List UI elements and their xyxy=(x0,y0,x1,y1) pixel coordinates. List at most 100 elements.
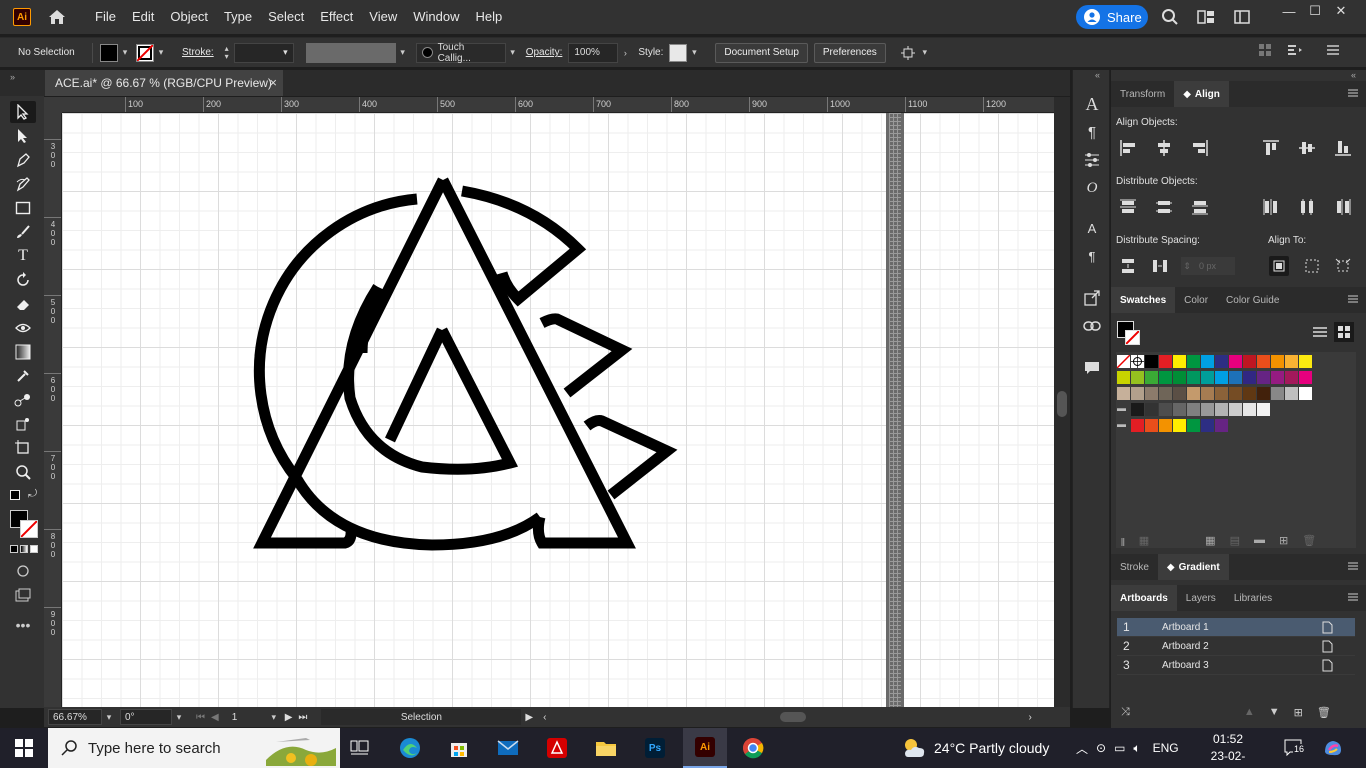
type-tool-icon[interactable]: T xyxy=(10,245,36,267)
curvature-tool-icon[interactable] xyxy=(10,173,36,195)
variable-width-field[interactable] xyxy=(305,42,396,63)
width-tool-icon[interactable] xyxy=(10,317,36,339)
chevron-down-icon[interactable]: ▾ xyxy=(172,709,186,725)
scrollbar-thumb[interactable] xyxy=(1057,391,1067,417)
collapse-panels-icon[interactable]: « xyxy=(1095,70,1100,80)
color-swatch[interactable] xyxy=(1131,387,1144,400)
horizontal-align-right-icon[interactable] xyxy=(1190,138,1210,158)
color-swatch[interactable] xyxy=(1229,355,1242,368)
color-swatch[interactable] xyxy=(1285,387,1298,400)
menu-edit[interactable]: Edit xyxy=(124,0,162,34)
minimize-icon[interactable]: — xyxy=(1276,0,1302,22)
close-icon[interactable]: ✕ xyxy=(1328,0,1354,22)
edge-icon[interactable] xyxy=(398,736,422,760)
share-button[interactable]: Share xyxy=(1076,5,1148,29)
color-swatch[interactable] xyxy=(1201,371,1214,384)
chevron-right-icon[interactable]: › xyxy=(618,44,632,62)
color-swatch[interactable] xyxy=(1131,371,1144,384)
tab-libraries[interactable]: Libraries xyxy=(1225,585,1281,611)
color-swatch[interactable] xyxy=(1229,403,1242,416)
artboard-options-icon[interactable] xyxy=(1322,640,1333,653)
clock[interactable]: 01:52 23-02-2024 xyxy=(1206,731,1250,768)
scrollbar-thumb[interactable] xyxy=(780,712,807,722)
color-swatch[interactable] xyxy=(1257,355,1270,368)
rectangle-tool-icon[interactable] xyxy=(10,197,36,219)
task-view-icon[interactable] xyxy=(348,736,372,760)
swatch-libraries-menu-icon[interactable]: 𝍪 xyxy=(1121,534,1125,553)
move-down-icon[interactable]: ▼ xyxy=(1269,706,1280,719)
color-swatch[interactable] xyxy=(1271,371,1284,384)
color-swatch[interactable] xyxy=(1257,403,1270,416)
default-colors-icon[interactable] xyxy=(10,490,20,500)
properties-icon[interactable] xyxy=(1080,148,1104,172)
color-swatch[interactable] xyxy=(1299,387,1312,400)
character-icon[interactable]: A xyxy=(1080,92,1104,116)
paintbrush-tool-icon[interactable] xyxy=(10,221,36,243)
trash-icon[interactable]: 🗑 xyxy=(1302,534,1316,553)
color-swatch[interactable] xyxy=(1131,419,1144,432)
color-swatch[interactable] xyxy=(1145,403,1158,416)
tab-color[interactable]: Color xyxy=(1175,287,1217,313)
tab-artboards[interactable]: Artboards xyxy=(1111,585,1177,611)
chevron-down-icon[interactable]: ▾ xyxy=(687,44,701,62)
vertical-align-bottom-icon[interactable] xyxy=(1333,138,1353,158)
color-swatch[interactable] xyxy=(1215,355,1228,368)
color-swatch[interactable] xyxy=(1159,387,1172,400)
draw-mode-icon[interactable] xyxy=(10,560,36,582)
camera-icon[interactable]: ⊙ xyxy=(1096,741,1106,755)
color-swatch[interactable] xyxy=(1271,355,1284,368)
microsoft-store-icon[interactable] xyxy=(447,736,471,760)
chevron-down-icon[interactable]: ▾ xyxy=(118,44,132,62)
vertical-align-center-icon[interactable] xyxy=(1297,138,1317,158)
zoom-field[interactable]: 66.67% xyxy=(48,709,102,725)
new-color-group-icon[interactable]: ▤ xyxy=(1230,534,1240,553)
language-indicator[interactable]: ENG xyxy=(1153,741,1179,755)
maximize-icon[interactable]: ☐ xyxy=(1302,0,1328,22)
spacing-field[interactable]: ⇕ 0 px xyxy=(1181,257,1235,275)
color-swatch[interactable] xyxy=(1145,355,1158,368)
panel-menu-icon[interactable] xyxy=(1348,592,1358,602)
graphic-style-swatch[interactable] xyxy=(669,43,688,62)
collapse-toolbar-icon[interactable]: » xyxy=(10,72,15,82)
network-icon[interactable]: ▭ xyxy=(1114,741,1125,755)
pen-tool-icon[interactable] xyxy=(10,149,36,171)
volume-icon[interactable]: 🔈︎ xyxy=(1133,741,1140,756)
transform-icon[interactable] xyxy=(1286,43,1304,57)
color-swatch[interactable] xyxy=(1173,387,1186,400)
close-tab-icon[interactable]: × xyxy=(269,75,277,90)
panel-menu-icon[interactable] xyxy=(1348,561,1358,571)
color-swatch[interactable] xyxy=(1257,371,1270,384)
chrome-icon[interactable] xyxy=(741,736,765,760)
paragraph-icon[interactable]: ¶ xyxy=(1080,120,1104,144)
document-tab[interactable]: ACE.ai* @ 66.67 % (RGB/CPU Preview) × xyxy=(45,70,283,96)
swatch-options-icon[interactable]: ▦ xyxy=(1205,534,1215,553)
export-icon[interactable] xyxy=(1080,286,1104,310)
chevron-down-icon[interactable]: ▾ xyxy=(102,709,116,725)
tab-gradient[interactable]: ◆ Gradient xyxy=(1157,554,1229,580)
color-swatch[interactable] xyxy=(1257,387,1270,400)
collapse-panels-icon[interactable]: « xyxy=(1351,70,1356,80)
panel-menu-icon[interactable] xyxy=(1348,88,1358,98)
rotate-tool-icon[interactable] xyxy=(10,269,36,291)
color-swatch[interactable] xyxy=(1187,419,1200,432)
color-swatch[interactable] xyxy=(1159,355,1172,368)
color-mode-icons[interactable] xyxy=(10,545,38,553)
links-icon[interactable] xyxy=(1080,314,1104,338)
vertical-distribute-bottom-icon[interactable] xyxy=(1190,197,1210,217)
artboard-tool-icon[interactable] xyxy=(10,437,36,459)
color-swatch[interactable] xyxy=(1285,371,1298,384)
color-swatch[interactable] xyxy=(1201,355,1214,368)
tab-align[interactable]: ◆ Align xyxy=(1174,81,1229,107)
registration-swatch[interactable] xyxy=(1131,355,1144,368)
menu-object[interactable]: Object xyxy=(162,0,216,34)
vertical-ruler[interactable]: 3 0 0 4 0 0 5 0 0 6 0 0 7 0 0 8 0 0 9 0 … xyxy=(44,113,62,707)
horizontal-scrollbar[interactable] xyxy=(552,711,1022,723)
document-setup-button[interactable]: Document Setup xyxy=(715,42,808,63)
list-view-icon[interactable] xyxy=(1310,322,1330,342)
color-swatch[interactable] xyxy=(1145,371,1158,384)
eraser-tool-icon[interactable] xyxy=(10,293,36,315)
windows-start-icon[interactable] xyxy=(12,736,36,760)
more-tools-icon[interactable]: ••• xyxy=(10,614,36,636)
stroke-weight-field[interactable]: ▾ xyxy=(233,42,294,63)
paragraph-styles-icon[interactable]: ¶ xyxy=(1080,244,1104,268)
